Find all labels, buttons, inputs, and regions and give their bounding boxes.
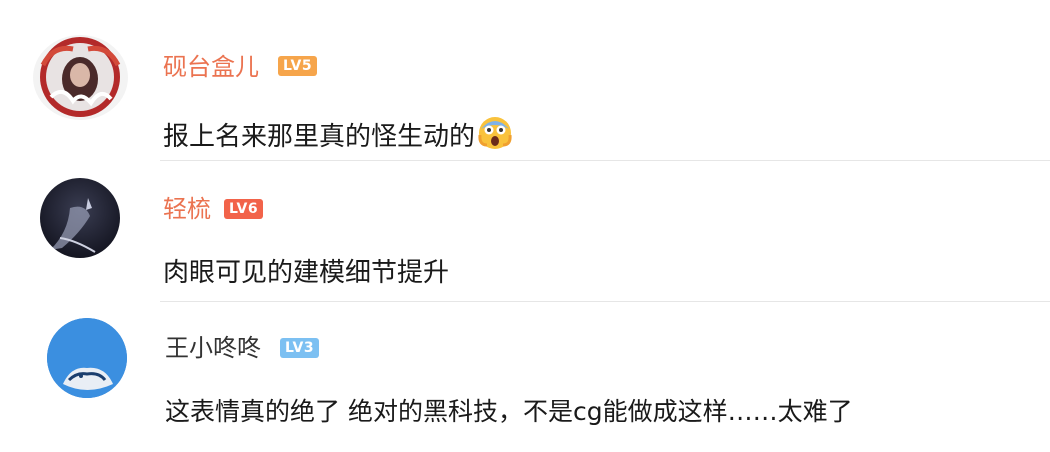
avatar-image — [47, 318, 127, 398]
username[interactable]: 砚台盒儿 — [163, 52, 259, 82]
username[interactable]: 王小咚咚 — [165, 333, 261, 363]
comment-item: 王小咚咚 LV3 这表情真的绝了 绝对的黑科技，不是cg能做成这样……太难了 — [0, 302, 1050, 452]
username[interactable]: 轻梳 — [163, 194, 211, 224]
level-badge: LV6 — [224, 199, 264, 219]
avatar-image — [40, 178, 120, 258]
screaming-face-emoji-icon — [477, 115, 513, 151]
avatar[interactable] — [40, 178, 120, 258]
avatar[interactable] — [47, 318, 127, 398]
comment-text: 这表情真的绝了 绝对的黑科技，不是cg能做成这样……太难了 — [165, 397, 853, 426]
avatar-image — [33, 35, 128, 120]
comment-text-row: 报上名来那里真的怪生动的 — [163, 115, 513, 154]
level-badge: LV3 — [280, 338, 320, 358]
comment-item: 轻梳 LV6 肉眼可见的建模细节提升 — [0, 161, 1050, 301]
comment-text-row: 这表情真的绝了 绝对的黑科技，不是cg能做成这样……太难了 — [165, 395, 853, 429]
avatar[interactable] — [33, 35, 128, 120]
level-badge: LV5 — [278, 56, 318, 76]
comment-text: 报上名来那里真的怪生动的 — [163, 122, 476, 152]
comment-text: 肉眼可见的建模细节提升 — [163, 258, 450, 288]
comment-text-row: 肉眼可见的建模细节提升 — [163, 256, 449, 290]
comment-item: 砚台盒儿 LV5 报上名来那里真的怪生动的 — [0, 0, 1050, 160]
